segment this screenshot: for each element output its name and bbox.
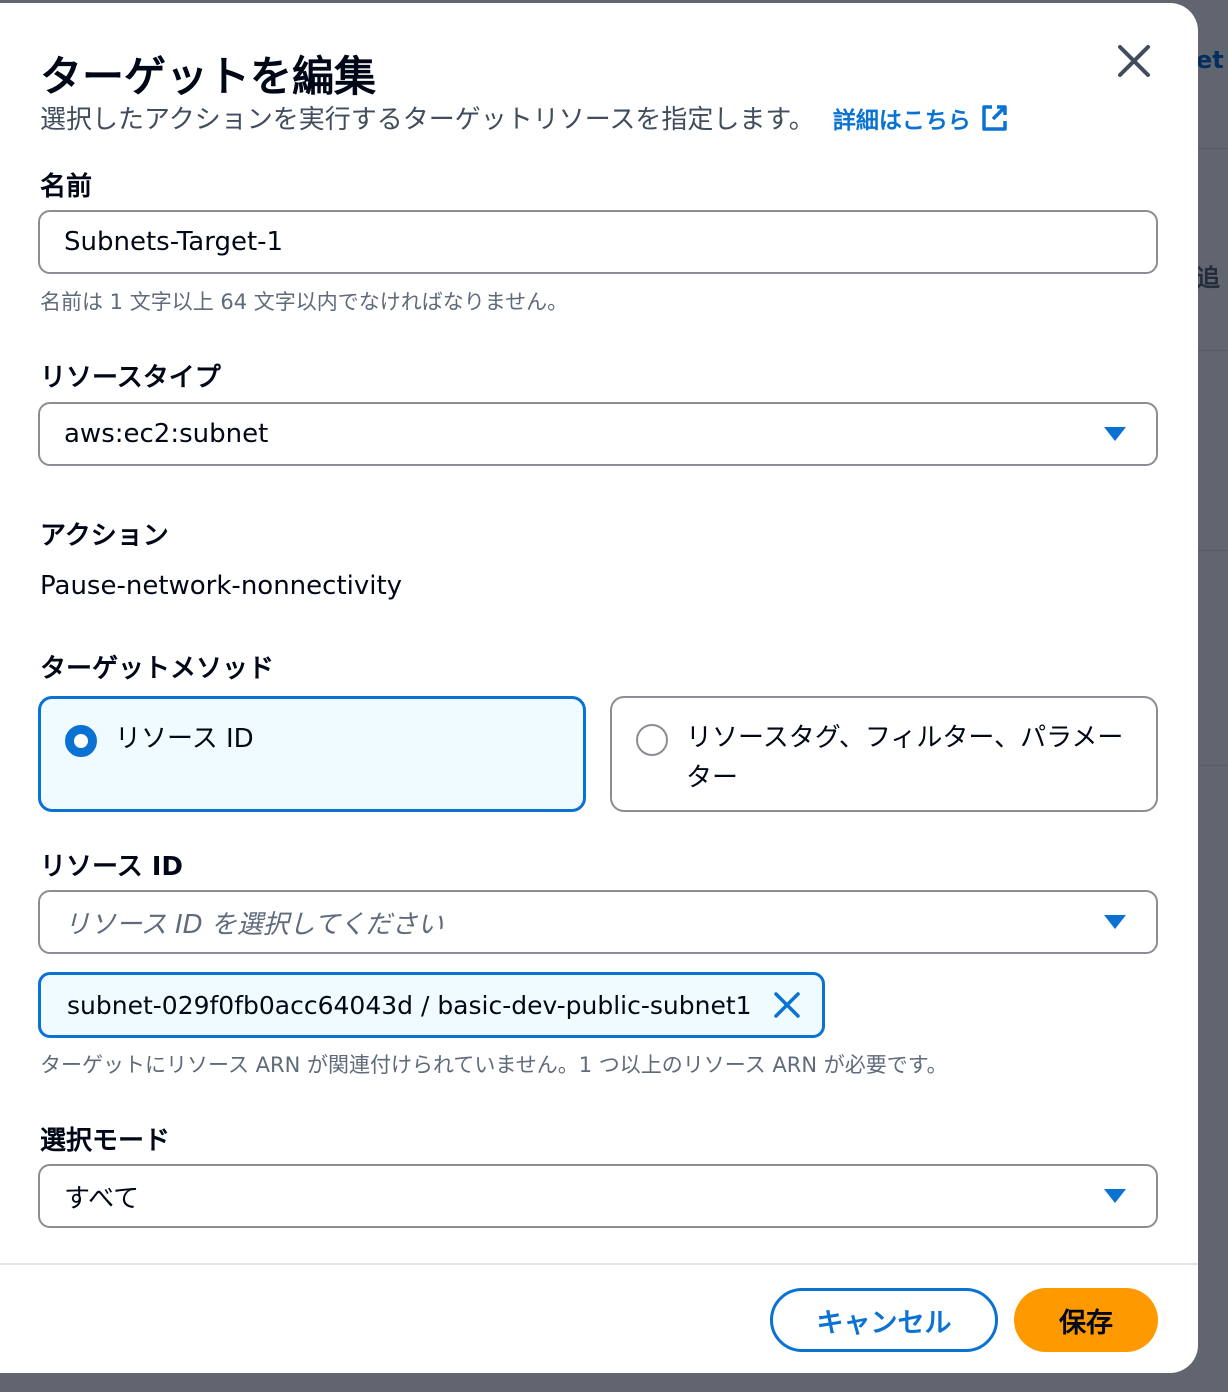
cancel-button[interactable]: キャンセル bbox=[770, 1288, 998, 1352]
name-label: 名前 bbox=[40, 172, 93, 202]
resource-id-select[interactable]: リソース ID を選択してください bbox=[38, 890, 1158, 954]
target-method-option-label: リソースタグ、フィルター、パラメーター bbox=[686, 723, 1124, 793]
modal-title: ターゲットを編集 bbox=[40, 52, 377, 101]
modal-description: 選択したアクションを実行するターゲットリソースを指定します。 詳細はこちら bbox=[40, 99, 1009, 136]
footer-divider bbox=[0, 1263, 1198, 1265]
target-method-option-label: リソース ID bbox=[115, 724, 254, 754]
save-button[interactable]: 保存 bbox=[1014, 1288, 1158, 1352]
selection-mode-label: 選択モード bbox=[40, 1126, 171, 1156]
close-button[interactable] bbox=[1110, 37, 1158, 85]
resource-id-label: リソース ID bbox=[40, 852, 184, 882]
dismiss-icon bbox=[773, 992, 800, 1018]
caret-down-icon bbox=[1104, 1189, 1126, 1203]
learn-more-label: 詳細はこちら bbox=[832, 107, 971, 134]
resource-id-hint: ターゲットにリソース ARN が関連付けられていません。1 つ以上のリソース A… bbox=[40, 1053, 948, 1077]
caret-down-icon bbox=[1104, 915, 1126, 929]
close-icon bbox=[1118, 45, 1150, 77]
token-label: subnet-029f0fb0acc64043d / basic-dev-pub… bbox=[67, 990, 752, 1020]
radio-unselected-icon[interactable] bbox=[636, 724, 668, 756]
target-method-label: ターゲットメソッド bbox=[40, 654, 275, 684]
action-label: アクション bbox=[40, 521, 169, 551]
selection-mode-value: すべて bbox=[64, 1183, 140, 1214]
edit-target-modal: ターゲットを編集 選択したアクションを実行するターゲットリソースを指定します。 … bbox=[0, 3, 1198, 1373]
external-link-icon bbox=[982, 104, 1007, 131]
selection-mode-select[interactable]: すべて bbox=[38, 1164, 1158, 1228]
caret-down-icon bbox=[1104, 427, 1126, 441]
radio-selected-icon[interactable] bbox=[65, 725, 97, 757]
target-method-option-resource-id[interactable]: リソース ID bbox=[38, 696, 586, 812]
token-remove-button[interactable] bbox=[770, 988, 804, 1022]
resource-id-placeholder: リソース ID を選択してください bbox=[64, 909, 444, 940]
name-hint: 名前は 1 文字以上 64 文字以内でなければなりません。 bbox=[40, 290, 569, 314]
name-field[interactable] bbox=[38, 210, 1158, 274]
target-method-option-tags-filters[interactable]: リソースタグ、フィルター、パラメーター bbox=[610, 696, 1158, 812]
resource-type-value: aws:ec2:subnet bbox=[64, 419, 269, 449]
description-text: 選択したアクションを実行するターゲットリソースを指定します。 bbox=[40, 105, 815, 135]
name-input[interactable] bbox=[64, 227, 1132, 257]
selected-resource-token: subnet-029f0fb0acc64043d / basic-dev-pub… bbox=[38, 972, 825, 1038]
action-value: Pause-network-nonnectivity bbox=[40, 571, 403, 601]
resource-type-select[interactable]: aws:ec2:subnet bbox=[38, 402, 1158, 466]
resource-type-label: リソースタイプ bbox=[40, 363, 221, 393]
learn-more-link[interactable]: 詳細はこちら bbox=[833, 101, 1009, 135]
